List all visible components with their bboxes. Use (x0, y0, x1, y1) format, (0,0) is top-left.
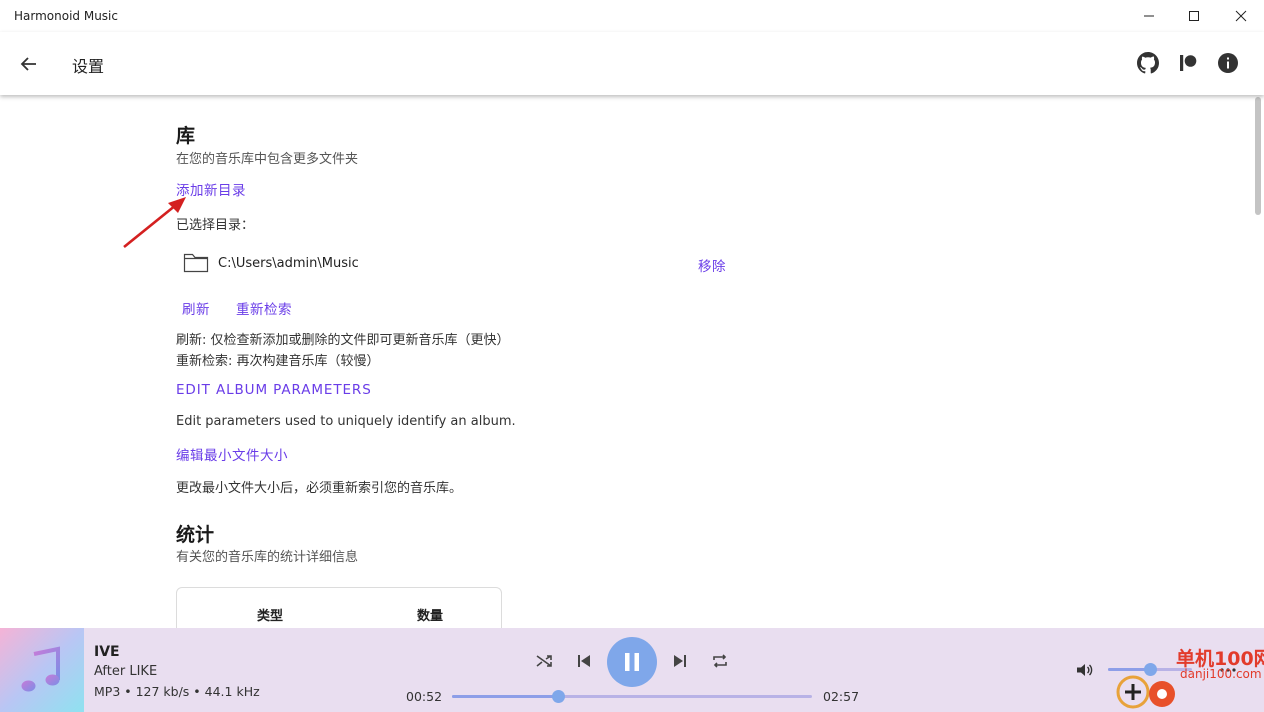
patreon-button[interactable] (1175, 50, 1201, 76)
scrollbar-thumb[interactable] (1255, 97, 1261, 215)
track-artist: After LIKE (94, 664, 158, 679)
album-art[interactable] (0, 628, 84, 712)
refresh-button[interactable]: 刷新 (182, 298, 210, 318)
arrow-left-icon (20, 57, 36, 71)
volume-icon (1077, 664, 1093, 676)
skip-previous-icon (578, 655, 590, 667)
edit-album-parameters-button[interactable]: EDIT ALBUM PARAMETERS (176, 382, 372, 398)
close-button[interactable] (1218, 0, 1264, 32)
minimize-button[interactable] (1126, 0, 1172, 32)
repeat-button[interactable] (708, 649, 732, 673)
music-note-icon (21, 646, 60, 692)
folder-path: C:\Users\admin\Music (218, 256, 359, 271)
watermark-logo-icon (1116, 675, 1175, 709)
window-titlebar: Harmonoid Music (0, 0, 1264, 32)
edit-min-file-size-description: 更改最小文件大小后，必须重新索引您的音乐库。 (176, 481, 463, 496)
shuffle-icon (536, 655, 552, 667)
refresh-description: 刷新: 仅检查新添加或删除的文件即可更新音乐库（更快） (176, 333, 510, 348)
seek-slider[interactable] (452, 690, 812, 703)
shuffle-button[interactable] (532, 649, 556, 673)
github-button[interactable] (1135, 50, 1161, 76)
next-button[interactable] (668, 649, 692, 673)
back-button[interactable] (16, 51, 42, 77)
remove-folder-button[interactable]: 移除 (698, 255, 726, 275)
app-bar: 设置 (0, 32, 1264, 95)
player-bar: IVE After LIKE MP3 • 127 kb/s • 44.1 kHz… (0, 628, 1264, 712)
selected-directories-label: 已选择目录： (176, 218, 255, 233)
library-heading: 库 (176, 125, 196, 147)
stats-heading: 统计 (176, 524, 215, 546)
reindex-description: 重新检索: 再次构建音乐库（较慢） (176, 354, 380, 369)
seek-slider-thumb[interactable] (551, 690, 565, 703)
folder-row: C:\Users\admin\Music 移除 (176, 249, 736, 277)
track-title: IVE (94, 644, 120, 660)
stats-column-count: 数量 (417, 609, 444, 624)
repeat-icon (713, 654, 727, 668)
info-button[interactable] (1215, 50, 1241, 76)
edit-album-description: Edit parameters used to uniquely identif… (176, 414, 516, 429)
settings-content[interactable]: 库 在您的音乐库中包含更多文件夹 添加新目录 已选择目录： C:\Users\a… (0, 95, 1264, 628)
watermark-url: danji100.com (1180, 667, 1262, 681)
pause-icon (625, 653, 639, 671)
stats-subtitle: 有关您的音乐库的统计详细信息 (176, 550, 359, 565)
github-icon (1137, 52, 1159, 74)
maximize-button[interactable] (1171, 0, 1217, 32)
track-meta: MP3 • 127 kb/s • 44.1 kHz (94, 684, 260, 699)
folder-icon (183, 253, 209, 273)
patreon-icon (1180, 55, 1197, 71)
elapsed-time: 00:52 (406, 689, 443, 704)
edit-min-file-size-link[interactable]: 编辑最小文件大小 (176, 444, 288, 464)
volume-button[interactable] (1072, 658, 1096, 682)
stats-table: 类型 数量 (176, 587, 502, 628)
window-title: Harmonoid Music (14, 9, 118, 23)
page-title: 设置 (72, 57, 105, 76)
stats-column-type: 类型 (257, 609, 284, 624)
maximize-icon (1189, 11, 1199, 21)
library-subtitle: 在您的音乐库中包含更多文件夹 (176, 152, 359, 167)
skip-next-icon (674, 655, 686, 667)
total-duration: 02:57 (823, 689, 860, 704)
seek-slider-fill (452, 695, 558, 698)
info-icon (1218, 53, 1238, 73)
minimize-icon (1144, 15, 1154, 17)
close-icon (1235, 10, 1247, 22)
previous-button[interactable] (572, 649, 596, 673)
reindex-button[interactable]: 重新检索 (236, 298, 292, 318)
play-pause-button[interactable] (607, 637, 657, 687)
